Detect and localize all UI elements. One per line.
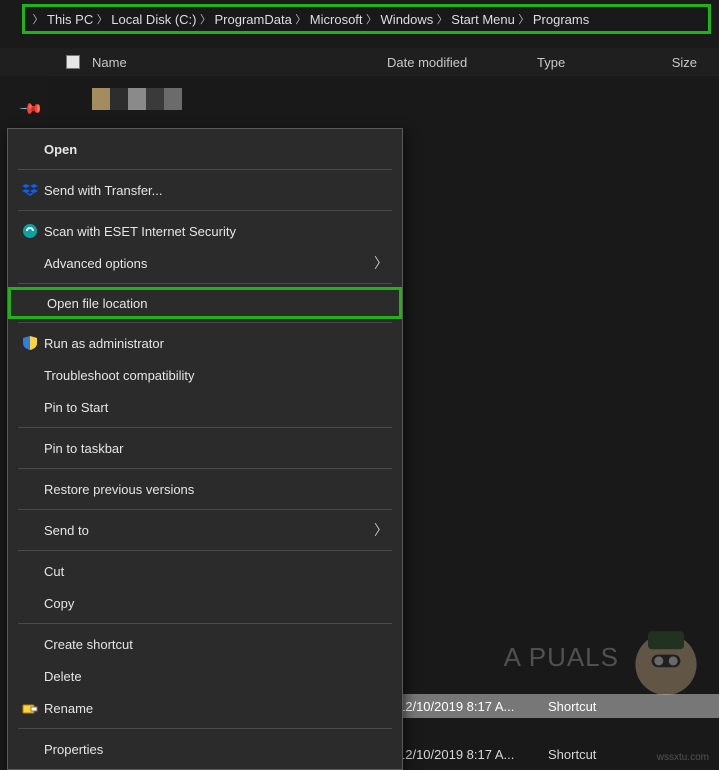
ctx-label: Send with Transfer... (44, 183, 388, 198)
eset-icon (16, 223, 44, 239)
file-date: 12/10/2019 8:17 A... (398, 747, 548, 762)
ctx-troubleshoot[interactable]: Troubleshoot compatibility (8, 359, 402, 391)
chevron-right-icon: 〉 (365, 11, 379, 27)
ctx-label: Create shortcut (44, 637, 388, 652)
breadcrumb-item[interactable]: Programs (531, 12, 591, 27)
ctx-delete[interactable]: Delete (8, 660, 402, 692)
separator (18, 322, 392, 323)
ctx-advanced-options[interactable]: Advanced options 〉 (8, 247, 402, 279)
chevron-right-icon: 〉 (374, 253, 388, 273)
shield-icon (16, 336, 44, 350)
separator (18, 169, 392, 170)
separator (18, 468, 392, 469)
ctx-open-file-location[interactable]: Open file location (8, 287, 402, 319)
chevron-right-icon: 〉 (374, 520, 388, 540)
pin-icon: 📌 (18, 96, 44, 122)
file-date: 12/10/2019 8:17 A... (398, 699, 548, 714)
breadcrumb-item[interactable]: This PC (45, 12, 95, 27)
file-type: Shortcut (548, 699, 668, 714)
separator (18, 509, 392, 510)
ctx-send-transfer[interactable]: Send with Transfer... (8, 174, 402, 206)
separator (18, 210, 392, 211)
ctx-label: Restore previous versions (44, 482, 388, 497)
ctx-label: Cut (44, 564, 388, 579)
ctx-eset-scan[interactable]: Scan with ESET Internet Security (8, 215, 402, 247)
breadcrumb[interactable]: 〉 This PC 〉 Local Disk (C:) 〉 ProgramDat… (22, 4, 711, 34)
breadcrumb-item[interactable]: Start Menu (449, 12, 517, 27)
chevron-right-icon: 〉 (198, 11, 212, 27)
ctx-pin-start[interactable]: Pin to Start (8, 391, 402, 423)
dropbox-icon (16, 182, 44, 198)
ctx-label: Rename (44, 701, 388, 716)
ctx-create-shortcut[interactable]: Create shortcut (8, 628, 402, 660)
context-menu: Open Send with Transfer... Scan with ESE… (7, 128, 403, 770)
ctx-label: Open (44, 142, 388, 157)
ctx-rename[interactable]: Rename (8, 692, 402, 724)
ctx-properties[interactable]: Properties (8, 733, 402, 765)
chevron-right-icon: 〉 (31, 11, 45, 27)
chevron-right-icon: 〉 (517, 11, 531, 27)
breadcrumb-item[interactable]: Local Disk (C:) (109, 12, 198, 27)
breadcrumb-item[interactable]: ProgramData (212, 12, 293, 27)
ctx-label: Send to (44, 523, 374, 538)
column-header-name[interactable]: Name (92, 55, 387, 70)
ctx-cut[interactable]: Cut (8, 555, 402, 587)
chevron-right-icon: 〉 (435, 11, 449, 27)
chevron-right-icon: 〉 (294, 11, 308, 27)
ctx-send-to[interactable]: Send to 〉 (8, 514, 402, 546)
ctx-label: Properties (44, 742, 388, 757)
ctx-open[interactable]: Open (8, 133, 402, 165)
column-header-date[interactable]: Date modified (387, 55, 537, 70)
column-headers: Name Date modified Type Size (0, 48, 719, 76)
ctx-label: Scan with ESET Internet Security (44, 224, 388, 239)
column-header-size[interactable]: Size (657, 55, 697, 70)
ctx-pin-taskbar[interactable]: Pin to taskbar (8, 432, 402, 464)
breadcrumb-item[interactable]: Microsoft (308, 12, 365, 27)
ctx-restore-previous[interactable]: Restore previous versions (8, 473, 402, 505)
separator (18, 623, 392, 624)
ctx-label: Pin to taskbar (44, 441, 388, 456)
select-all-checkbox[interactable] (66, 55, 80, 69)
ctx-label: Delete (44, 669, 388, 684)
ctx-label: Advanced options (44, 256, 374, 271)
column-header-type[interactable]: Type (537, 55, 657, 70)
ctx-copy[interactable]: Copy (8, 587, 402, 619)
separator (18, 728, 392, 729)
breadcrumb-item[interactable]: Windows (379, 12, 436, 27)
ctx-label: Open file location (47, 296, 385, 311)
separator (18, 427, 392, 428)
file-type: Shortcut (548, 747, 668, 762)
ctx-label: Copy (44, 596, 388, 611)
separator (18, 550, 392, 551)
ctx-label: Run as administrator (44, 336, 388, 351)
chevron-right-icon: 〉 (95, 11, 109, 27)
rename-icon (16, 700, 44, 716)
ctx-run-admin[interactable]: Run as administrator (8, 327, 402, 359)
separator (18, 283, 392, 284)
ctx-label: Pin to Start (44, 400, 388, 415)
ctx-label: Troubleshoot compatibility (44, 368, 388, 383)
